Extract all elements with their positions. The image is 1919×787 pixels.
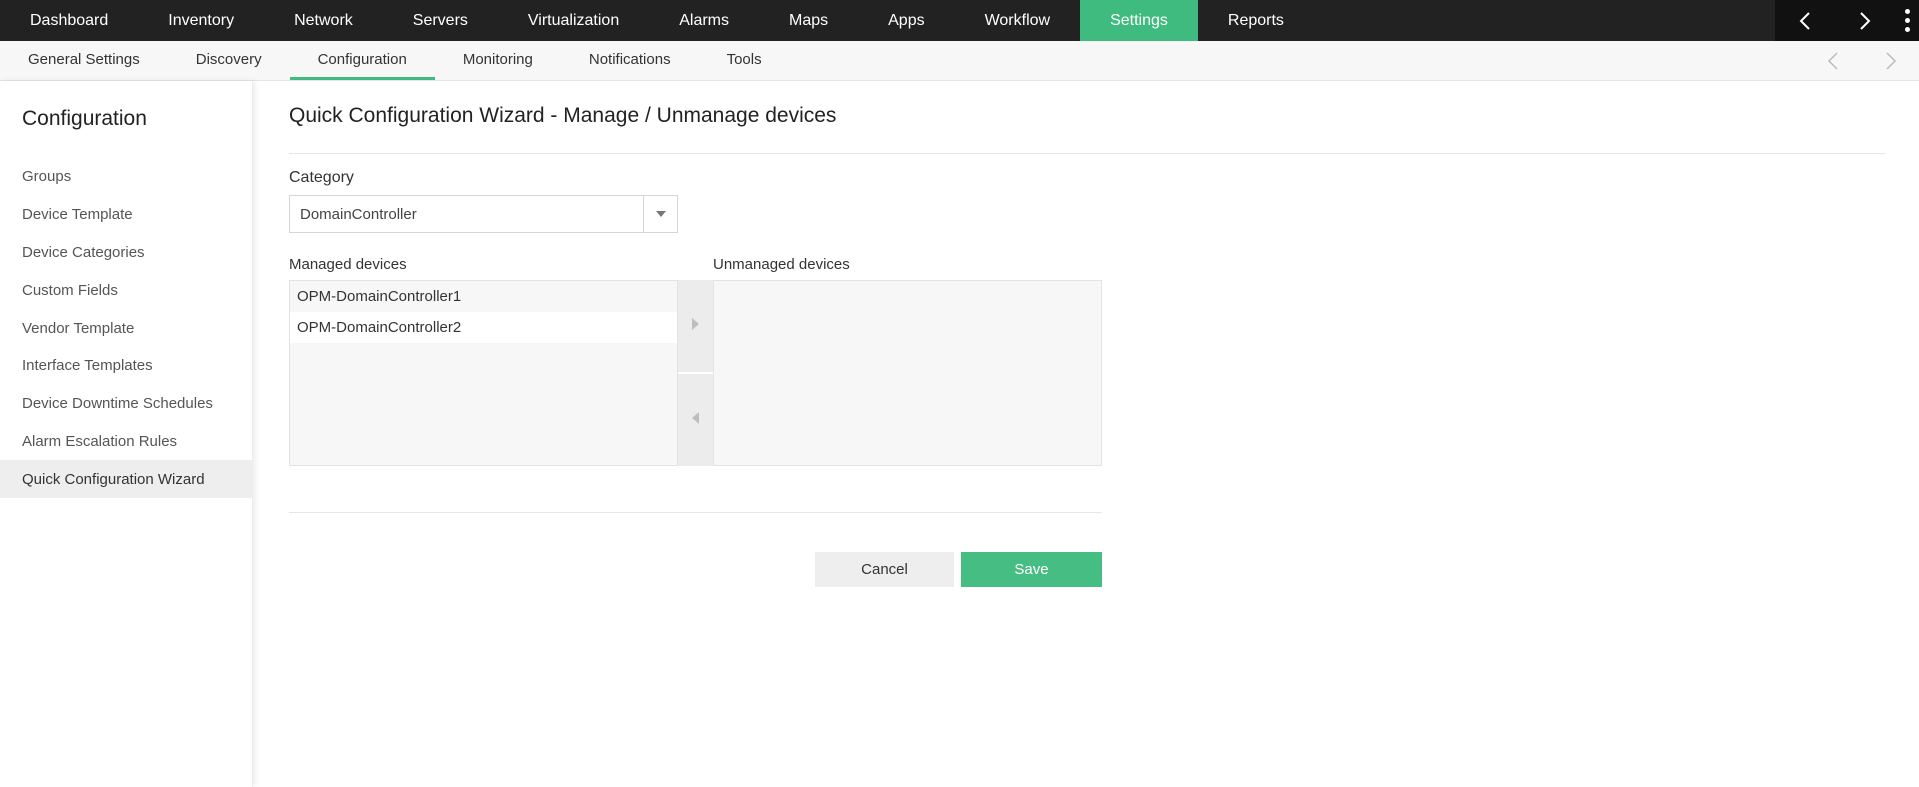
chevron-left-icon[interactable]: [1819, 47, 1847, 75]
unmanaged-devices-list[interactable]: [713, 280, 1102, 466]
list-item[interactable]: OPM-DomainController2: [290, 312, 677, 343]
top-navigation: Dashboard Inventory Network Servers Virt…: [0, 0, 1919, 41]
tab-notifications[interactable]: Notifications: [561, 41, 699, 80]
form-divider: [289, 512, 1102, 513]
top-nav-items: Dashboard Inventory Network Servers Virt…: [0, 0, 1775, 41]
title-divider: [289, 153, 1885, 154]
managed-devices-label: Managed devices: [289, 256, 407, 273]
chevron-right-icon[interactable]: [1850, 6, 1880, 36]
tab-monitoring[interactable]: Monitoring: [435, 41, 561, 80]
triangle-right-icon: [692, 317, 699, 335]
page-title: Quick Configuration Wizard - Manage / Un…: [289, 104, 837, 127]
sidebar-title: Configuration: [22, 107, 147, 130]
top-nav-alarms[interactable]: Alarms: [649, 0, 759, 41]
top-nav-dashboard[interactable]: Dashboard: [0, 0, 138, 41]
top-nav-maps[interactable]: Maps: [759, 0, 858, 41]
category-select[interactable]: DomainController: [289, 195, 678, 233]
top-nav-network[interactable]: Network: [264, 0, 383, 41]
sidebar: Configuration Groups Device Template Dev…: [0, 81, 253, 787]
sub-navigation: General Settings Discovery Configuration…: [0, 41, 1919, 81]
top-nav-scroll-arrows: [1775, 0, 1895, 41]
kebab-menu-icon[interactable]: [1895, 0, 1919, 41]
tab-configuration[interactable]: Configuration: [289, 41, 435, 80]
top-nav-apps[interactable]: Apps: [858, 0, 954, 41]
move-to-managed-button[interactable]: [678, 372, 713, 466]
category-label: Category: [289, 169, 354, 186]
chevron-left-icon[interactable]: [1790, 6, 1820, 36]
move-to-unmanaged-button[interactable]: [678, 280, 713, 372]
sidebar-item-device-downtime-schedules[interactable]: Device Downtime Schedules: [0, 385, 253, 423]
sidebar-item-vendor-template[interactable]: Vendor Template: [0, 309, 253, 347]
unmanaged-devices-label: Unmanaged devices: [713, 256, 850, 273]
sidebar-item-interface-templates[interactable]: Interface Templates: [0, 347, 253, 385]
top-nav-inventory[interactable]: Inventory: [138, 0, 264, 41]
managed-devices-list[interactable]: OPM-DomainController1 OPM-DomainControll…: [289, 280, 678, 466]
caret-down-icon[interactable]: [643, 196, 677, 232]
tab-general-settings[interactable]: General Settings: [0, 41, 168, 80]
top-nav-reports[interactable]: Reports: [1198, 0, 1314, 41]
category-selected-value: DomainController: [300, 205, 417, 223]
save-button[interactable]: Save: [961, 552, 1102, 587]
sidebar-item-groups[interactable]: Groups: [0, 158, 253, 196]
list-item[interactable]: OPM-DomainController1: [290, 281, 677, 312]
sidebar-item-custom-fields[interactable]: Custom Fields: [0, 271, 253, 309]
top-nav-workflow[interactable]: Workflow: [955, 0, 1081, 41]
chevron-right-icon[interactable]: [1877, 47, 1905, 75]
triangle-left-icon: [692, 411, 699, 429]
top-nav-settings[interactable]: Settings: [1080, 0, 1198, 41]
sub-nav-scroll-arrows: [1819, 41, 1919, 80]
sidebar-item-quick-configuration-wizard[interactable]: Quick Configuration Wizard: [0, 460, 253, 499]
cancel-button[interactable]: Cancel: [815, 552, 954, 587]
sidebar-item-alarm-escalation-rules[interactable]: Alarm Escalation Rules: [0, 423, 253, 461]
top-nav-servers[interactable]: Servers: [383, 0, 498, 41]
tab-tools[interactable]: Tools: [699, 41, 790, 80]
tab-discovery[interactable]: Discovery: [168, 41, 290, 80]
top-nav-virtualization[interactable]: Virtualization: [498, 0, 649, 41]
move-buttons: [678, 280, 713, 466]
sidebar-item-device-template[interactable]: Device Template: [0, 196, 253, 234]
sidebar-item-device-categories[interactable]: Device Categories: [0, 234, 253, 272]
sidebar-menu: Groups Device Template Device Categories…: [0, 158, 253, 499]
